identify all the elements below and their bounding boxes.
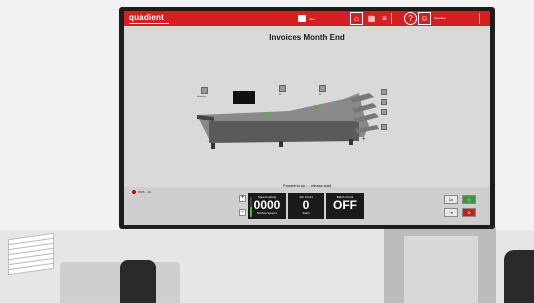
grid-icon: ▦: [367, 13, 376, 23]
svg-text:+: +: [362, 137, 366, 143]
mode-icon: ⇥: [449, 210, 453, 215]
paper-stack: [8, 232, 54, 300]
grid-button[interactable]: ▦: [365, 12, 378, 25]
feeder-icon-1[interactable]: [381, 89, 387, 95]
single-cycle-label: 1x: [448, 197, 454, 202]
job-count-value: 0: [302, 198, 310, 212]
start-button[interactable]: ◇: [462, 195, 476, 204]
minus-icon: −: [240, 209, 245, 215]
station-label-envelopes: Envelopes: [197, 96, 207, 98]
account-icon: ☺: [420, 13, 429, 23]
feeder-b1-icon[interactable]: [279, 85, 286, 92]
mode-button[interactable]: ⇥: [444, 208, 458, 217]
speed-level-bar: [250, 197, 252, 217]
list-button[interactable]: ≡: [378, 12, 391, 25]
monitor-stand-panel: [404, 236, 478, 303]
user-indicator: user: [298, 14, 315, 23]
job-count-panel[interactable]: Job Count 0 Total 0: [288, 193, 324, 219]
machine-diagram: + Envelopes B1 B2: [169, 69, 429, 159]
user-icon: [298, 15, 306, 22]
job-name-text: DMS - 1R: [138, 190, 152, 194]
user-text: user: [309, 16, 315, 21]
top-bar: quadient user ⌂ ▦ ≡ ? ☺ Operator: [124, 11, 490, 26]
feeder-icon-4[interactable]: [381, 124, 387, 130]
station-label-b2: B2: [319, 94, 322, 96]
start-icon: ◇: [467, 197, 471, 202]
page-title: Invoices Month End: [269, 33, 345, 42]
increase-speed-button[interactable]: +: [239, 195, 246, 202]
decrease-speed-button[interactable]: −: [239, 209, 246, 216]
topbar-divider: [391, 13, 392, 24]
stop-button[interactable]: ⊘: [462, 208, 476, 217]
account-label: Operator: [434, 16, 446, 20]
speed-level-fill: [250, 207, 252, 217]
speed-sub: Machine Speed 3: [257, 212, 277, 215]
job-count-sub: Total 0: [302, 212, 310, 215]
job-name[interactable]: DMS - 1R: [132, 190, 151, 194]
home-icon: ⌂: [354, 13, 359, 23]
feeder-icon-2[interactable]: [381, 99, 387, 105]
machine-part: [504, 250, 534, 303]
bottom-bar: DMS - 1R + − Speed setting 0000 Machine …: [124, 187, 490, 225]
topbar-divider-right: [479, 13, 480, 24]
station-label-b1: B1: [279, 94, 282, 96]
speed-value: 0000: [253, 198, 281, 212]
envelope-feeder-icon[interactable]: [201, 87, 208, 94]
job-icon: [132, 190, 136, 194]
help-icon: ?: [408, 13, 413, 23]
list-icon: ≡: [382, 13, 387, 23]
machine-handle: [120, 260, 156, 303]
home-button[interactable]: ⌂: [350, 12, 363, 25]
screen: quadient user ⌂ ▦ ≡ ? ☺ Operator Invoice…: [124, 11, 490, 225]
feeder-b2-icon[interactable]: [319, 85, 326, 92]
batch-count-value: OFF: [333, 198, 357, 212]
single-cycle-button[interactable]: 1x: [444, 195, 458, 204]
batch-count-panel[interactable]: Batch Count OFF: [326, 193, 364, 219]
speed-panel[interactable]: Speed setting 0000 Machine Speed 3: [248, 193, 286, 219]
brand-logo: quadient: [129, 13, 164, 22]
feeder-icon-3[interactable]: [381, 109, 387, 115]
machine-illustration: +: [197, 91, 379, 149]
account-button[interactable]: ☺: [418, 12, 431, 25]
logo-underline: [129, 23, 169, 24]
help-button[interactable]: ?: [404, 12, 417, 25]
stop-icon: ⊘: [467, 210, 471, 215]
plus-icon: +: [240, 195, 245, 201]
